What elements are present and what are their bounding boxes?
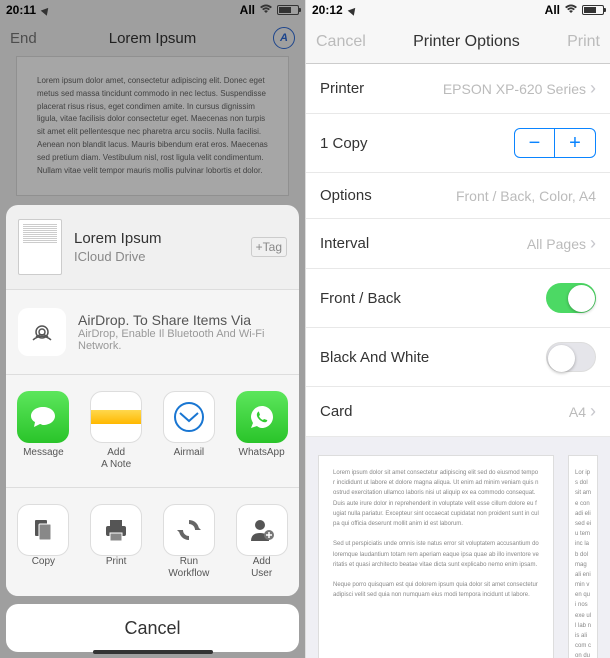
app-messages[interactable]: Message	[14, 391, 73, 471]
row-interval[interactable]: Interval All Pages ›	[306, 219, 610, 269]
location-icon	[347, 5, 358, 16]
page-preview-1[interactable]: Lorem ipsum dolor sit amet consectetur a…	[318, 455, 554, 658]
airdrop-row[interactable]: AirDrop. To Share Items Via AirDrop, Ena…	[6, 290, 299, 375]
action-add-user[interactable]: Add User	[232, 504, 291, 580]
row-copies: 1 Copy − +	[306, 114, 610, 173]
row-label: Options	[320, 187, 372, 204]
app-label: WhatsApp	[239, 447, 285, 459]
row-label: Interval	[320, 235, 369, 252]
row-value: All Pages	[527, 236, 586, 252]
row-frontback: Front / Back	[306, 269, 610, 328]
airdrop-subtitle: AirDrop, Enable Il Bluetooth And Wi-Fi N…	[78, 328, 287, 352]
preview-text: Lor ips dol sit ame con adi eli sed eiu …	[575, 468, 591, 658]
home-indicator[interactable]	[93, 650, 213, 654]
row-printer[interactable]: Printer EPSON XP-620 Series ›	[306, 64, 610, 114]
row-card[interactable]: Card A4 ›	[306, 387, 610, 437]
app-notes[interactable]: Add A Note	[87, 391, 146, 471]
row-label: Front / Back	[320, 290, 401, 307]
share-actions-row: Copy Print Run Workflow	[6, 488, 299, 596]
action-workflow[interactable]: Run Workflow	[160, 504, 219, 580]
status-bar: 20:11 All	[0, 0, 305, 20]
row-options[interactable]: Options Front / Back, Color, A4	[306, 173, 610, 219]
file-thumbnail-icon	[18, 219, 62, 275]
status-bar: 20:12 All	[306, 0, 610, 20]
messages-icon	[17, 391, 69, 443]
settings-list: Printer EPSON XP-620 Series › 1 Copy − +…	[306, 64, 610, 437]
nav-cancel-button[interactable]: Cancel	[316, 33, 366, 51]
location-icon	[41, 5, 52, 16]
app-label: Add A Note	[101, 447, 131, 471]
row-bw: Black And White	[306, 328, 610, 387]
cancel-button[interactable]: Cancel	[6, 604, 299, 652]
status-time: 20:11	[6, 3, 36, 17]
app-airmail[interactable]: Airmail	[160, 391, 219, 471]
copies-stepper[interactable]: − +	[514, 128, 596, 158]
chevron-right-icon: ›	[590, 401, 596, 422]
carrier-label: All	[545, 3, 560, 17]
battery-icon	[277, 5, 299, 15]
app-label: Airmail	[174, 447, 205, 459]
stepper-plus[interactable]: +	[555, 129, 595, 157]
copy-icon	[17, 504, 69, 556]
notes-icon	[90, 391, 142, 443]
file-location: ICloud Drive	[74, 249, 239, 264]
file-title: Lorem Ipsum	[74, 230, 239, 247]
action-label: Add User	[251, 556, 272, 580]
action-label: Copy	[32, 556, 55, 568]
workflow-icon	[163, 504, 215, 556]
preview-text: Lorem ipsum dolor sit amet consectetur a…	[333, 468, 539, 600]
airdrop-title: AirDrop. To Share Items Via	[78, 312, 287, 328]
chevron-right-icon: ›	[590, 233, 596, 254]
nav-title: Printer Options	[413, 33, 520, 51]
nav-bar: Cancel Printer Options Print	[306, 20, 610, 64]
wifi-icon	[564, 4, 578, 17]
share-apps-row: Message Add A Note Airmail WhatsApp	[6, 375, 299, 488]
airmail-icon	[163, 391, 215, 443]
share-sheet: Lorem Ipsum ICloud Drive +Tag AirDrop. T…	[6, 205, 299, 652]
file-header-row: Lorem Ipsum ICloud Drive +Tag	[6, 205, 299, 290]
row-value: EPSON XP-620 Series	[443, 81, 586, 97]
stepper-minus[interactable]: −	[515, 129, 555, 157]
chevron-right-icon: ›	[590, 78, 596, 99]
row-label: 1 Copy	[320, 135, 368, 152]
airdrop-icon	[18, 308, 66, 356]
carrier-label: All	[240, 3, 255, 17]
status-time: 20:12	[312, 3, 343, 17]
row-value: A4	[569, 404, 586, 420]
printer-options-screen: 20:12 All Cancel Printer Options Print P…	[305, 0, 610, 658]
frontback-toggle[interactable]	[546, 283, 596, 313]
wifi-icon	[259, 4, 273, 17]
row-label: Card	[320, 403, 353, 420]
battery-icon	[582, 5, 604, 15]
print-preview-area: Lorem ipsum dolor sit amet consectetur a…	[306, 437, 610, 658]
app-label: Message	[23, 447, 64, 459]
add-user-icon	[236, 504, 288, 556]
action-label: Run Workflow	[168, 556, 209, 580]
whatsapp-icon	[236, 391, 288, 443]
action-print[interactable]: Print	[87, 504, 146, 580]
row-value: Front / Back, Color, A4	[456, 188, 596, 204]
row-label: Printer	[320, 80, 364, 97]
nav-print-button[interactable]: Print	[567, 33, 600, 51]
share-sheet-screen: 20:11 All End Lorem Ipsum A Lorem ipsum …	[0, 0, 305, 658]
row-label: Black And White	[320, 349, 429, 366]
print-icon	[90, 504, 142, 556]
page-preview-2[interactable]: Lor ips dol sit ame con adi eli sed eiu …	[568, 455, 598, 658]
action-label: Print	[106, 556, 127, 568]
app-whatsapp[interactable]: WhatsApp	[232, 391, 291, 471]
bw-toggle[interactable]	[546, 342, 596, 372]
tag-button[interactable]: +Tag	[251, 237, 287, 257]
action-copy[interactable]: Copy	[14, 504, 73, 580]
